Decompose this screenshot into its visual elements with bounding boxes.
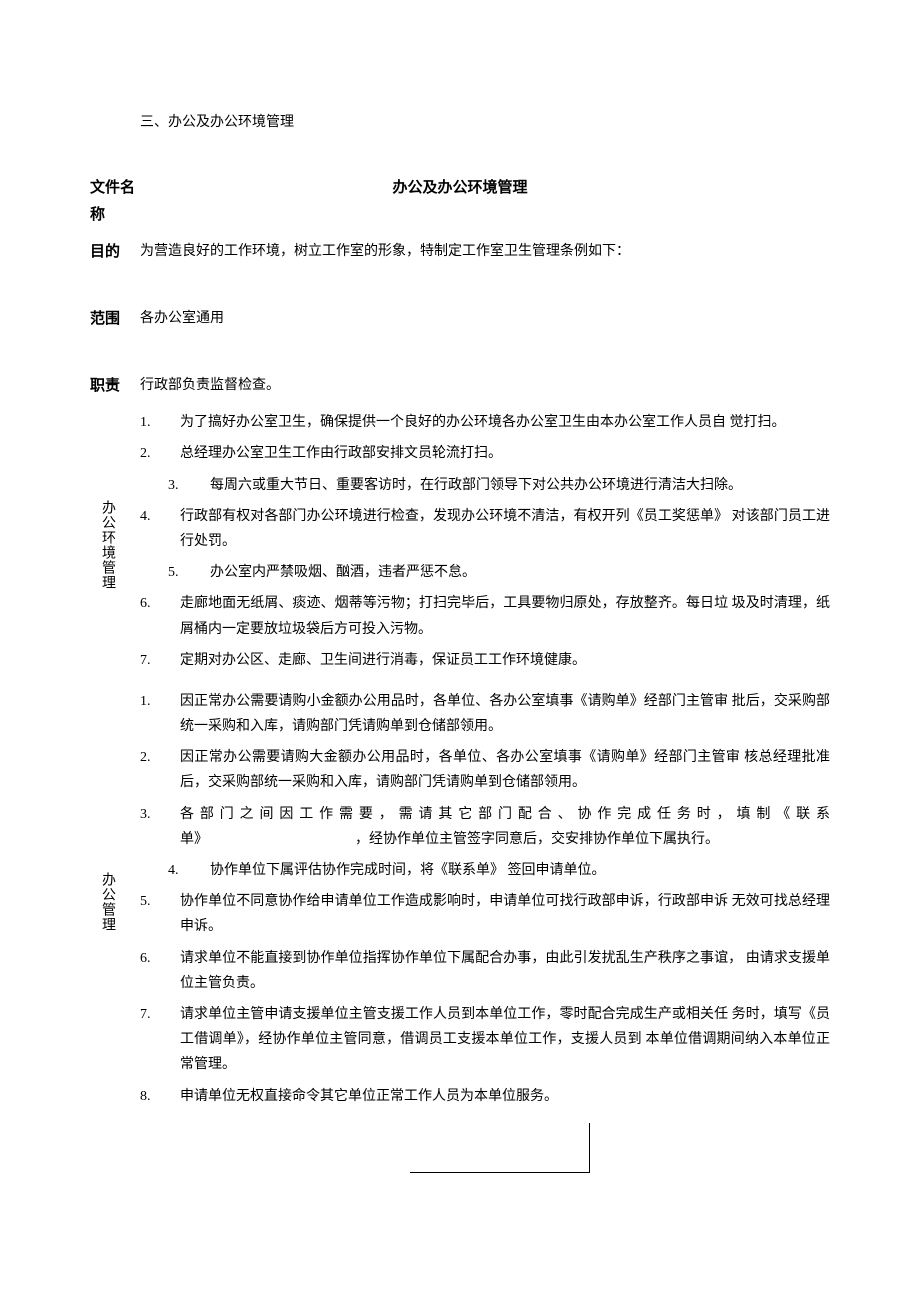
list-text: 总经理办公室卫生工作由行政部安排文员轮流打扫。 [180, 446, 502, 461]
list-item: 7. 定期对办公区、走廊、卫生间进行消毒，保证员工工作环境健康。 [140, 648, 830, 673]
list-number: 3. [140, 802, 168, 827]
doc-name-label: 文件名称 [90, 175, 140, 229]
list-number: 6. [140, 946, 168, 971]
list-item: 1. 因正常办公需要请购小金额办公用品时，各单位、各办公室填事《请购单》经部门主管… [140, 689, 830, 739]
list-item: 7. 请求单位主管申请支援单位主管支援工作人员到本单位工作，零时配合完成生产或相关… [140, 1002, 830, 1078]
list-text: 行政部有权对各部门办公环境进行检查，发现办公环境不清洁，有权开列《员工奖惩单》 … [180, 509, 830, 549]
list-text: 为了搞好办公室卫生，确保提供一个良好的办公环境各办公室卫生由本办公室工作人员自 … [180, 415, 786, 430]
list-item: 5. 协作单位不同意协作给申请单位工作造成影响时，申请单位可找行政部申诉，行政部申… [140, 889, 830, 939]
scope-row: 范围 各办公室通用 [90, 306, 830, 333]
list-item: 3. 每周六或重大节日、重要客访时，在行政部门领导下对公共办公环境进行清洁大扫除。 [140, 473, 830, 498]
list-number: 7. [140, 648, 168, 673]
list-text: 请求单位不能直接到协作单位指挥协作单位下属配合办事，由此引发扰乱生产秩序之事谊，… [180, 951, 830, 991]
env-label: 办公环境管理 [90, 500, 120, 590]
section-header: 三、办公及办公环境管理 [140, 110, 830, 135]
list-number: 7. [140, 1002, 168, 1027]
list-text: 办公室内严禁吸烟、酗酒，违者严惩不怠。 [210, 565, 476, 580]
list-number: 2. [140, 745, 168, 770]
list-text: 请求单位主管申请支援单位主管支援工作人员到本单位工作，零时配合完成生产或相关任 … [180, 1007, 830, 1072]
doc-name-row: 文件名称 办公及办公环境管理 [90, 175, 830, 229]
list-number: 4. [168, 858, 196, 883]
purpose-row: 目的 为营造良好的工作环境，树立工作室的形象，特制定工作室卫生管理条例如下： [90, 239, 830, 266]
scope-text: 各办公室通用 [140, 306, 830, 331]
list-number: 1. [140, 410, 168, 435]
list-number: 2. [140, 441, 168, 466]
doc-name-value: 办公及办公环境管理 [140, 175, 830, 202]
env-list: 1. 为了搞好办公室卫生，确保提供一个良好的办公环境各办公室卫生由本办公室工作人员… [120, 410, 830, 673]
list-number: 5. [168, 560, 196, 585]
mgmt-label: 办公管理 [90, 872, 120, 932]
list-number: 3. [168, 473, 196, 498]
list-item: 1. 为了搞好办公室卫生，确保提供一个良好的办公环境各办公室卫生由本办公室工作人员… [140, 410, 830, 435]
responsibility-row: 职责 行政部负责监督检查。 [90, 373, 830, 400]
list-number: 1. [140, 689, 168, 714]
responsibility-text: 行政部负责监督检查。 [140, 373, 830, 398]
list-item: 6. 走廊地面无纸屑、痰迹、烟蒂等污物；打扫完毕后，工具要物归原处，存放整齐。每日… [140, 591, 830, 641]
list-item: 6. 请求单位不能直接到协作单位指挥协作单位下属配合办事，由此引发扰乱生产秩序之事… [140, 946, 830, 996]
list-item: 2. 总经理办公室卫生工作由行政部安排文员轮流打扫。 [140, 441, 830, 466]
purpose-label: 目的 [90, 239, 140, 266]
list-text: 申请单位无权直接命令其它单位正常工作人员为本单位服务。 [180, 1089, 558, 1104]
mgmt-list: 1. 因正常办公需要请购小金额办公用品时，各单位、各办公室填事《请购单》经部门主管… [120, 689, 830, 1109]
list-text: 因正常办公需要请购大金额办公用品时，各单位、各办公室填事《请购单》经部门主管审 … [180, 750, 830, 790]
list-text: 每周六或重大节日、重要客访时，在行政部门领导下对公共办公环境进行清洁大扫除。 [210, 478, 742, 493]
list-text: 协作单位下属评估协作完成时间，将《联系单》 签回申请单位。 [210, 863, 606, 878]
purpose-text: 为营造良好的工作环境，树立工作室的形象，特制定工作室卫生管理条例如下： [140, 239, 830, 264]
list-number: 8. [140, 1084, 168, 1109]
list-item: 4. 协作单位下属评估协作完成时间，将《联系单》 签回申请单位。 [140, 858, 830, 883]
list-item: 5. 办公室内严禁吸烟、酗酒，违者严惩不怠。 [140, 560, 830, 585]
list-text: 走廊地面无纸屑、痰迹、烟蒂等污物；打扫完毕后，工具要物归原处，存放整齐。每日垃 … [180, 596, 830, 636]
list-item: 8. 申请单位无权直接命令其它单位正常工作人员为本单位服务。 [140, 1084, 830, 1109]
list-number: 6. [140, 591, 168, 616]
list-item: 4. 行政部有权对各部门办公环境进行检查，发现办公环境不清洁，有权开列《员工奖惩单… [140, 504, 830, 554]
env-section: 办公环境管理 1. 为了搞好办公室卫生，确保提供一个良好的办公环境各办公室卫生由本… [90, 410, 830, 679]
scope-label: 范围 [90, 306, 140, 333]
list-number: 4. [140, 504, 168, 529]
responsibility-label: 职责 [90, 373, 140, 400]
list-item: 3. 各部门之间因工作需要，需请其它部门配合、协作完成任务时，填制《联系单》 ，经… [140, 802, 830, 852]
list-text: 因正常办公需要请购小金额办公用品时，各单位、各办公室填事《请购单》经部门主管审 … [180, 694, 830, 734]
bottom-box [410, 1123, 590, 1173]
list-text: 定期对办公区、走廊、卫生间进行消毒，保证员工工作环境健康。 [180, 653, 586, 668]
list-text: 协作单位不同意协作给申请单位工作造成影响时，申请单位可找行政部申诉，行政部申诉 … [180, 894, 830, 934]
list-text: 各部门之间因工作需要，需请其它部门配合、协作完成任务时，填制《联系单》 ，经协作… [180, 807, 830, 847]
list-item: 2. 因正常办公需要请购大金额办公用品时，各单位、各办公室填事《请购单》经部门主管… [140, 745, 830, 795]
list-number: 5. [140, 889, 168, 914]
mgmt-section: 办公管理 1. 因正常办公需要请购小金额办公用品时，各单位、各办公室填事《请购单》… [90, 689, 830, 1115]
